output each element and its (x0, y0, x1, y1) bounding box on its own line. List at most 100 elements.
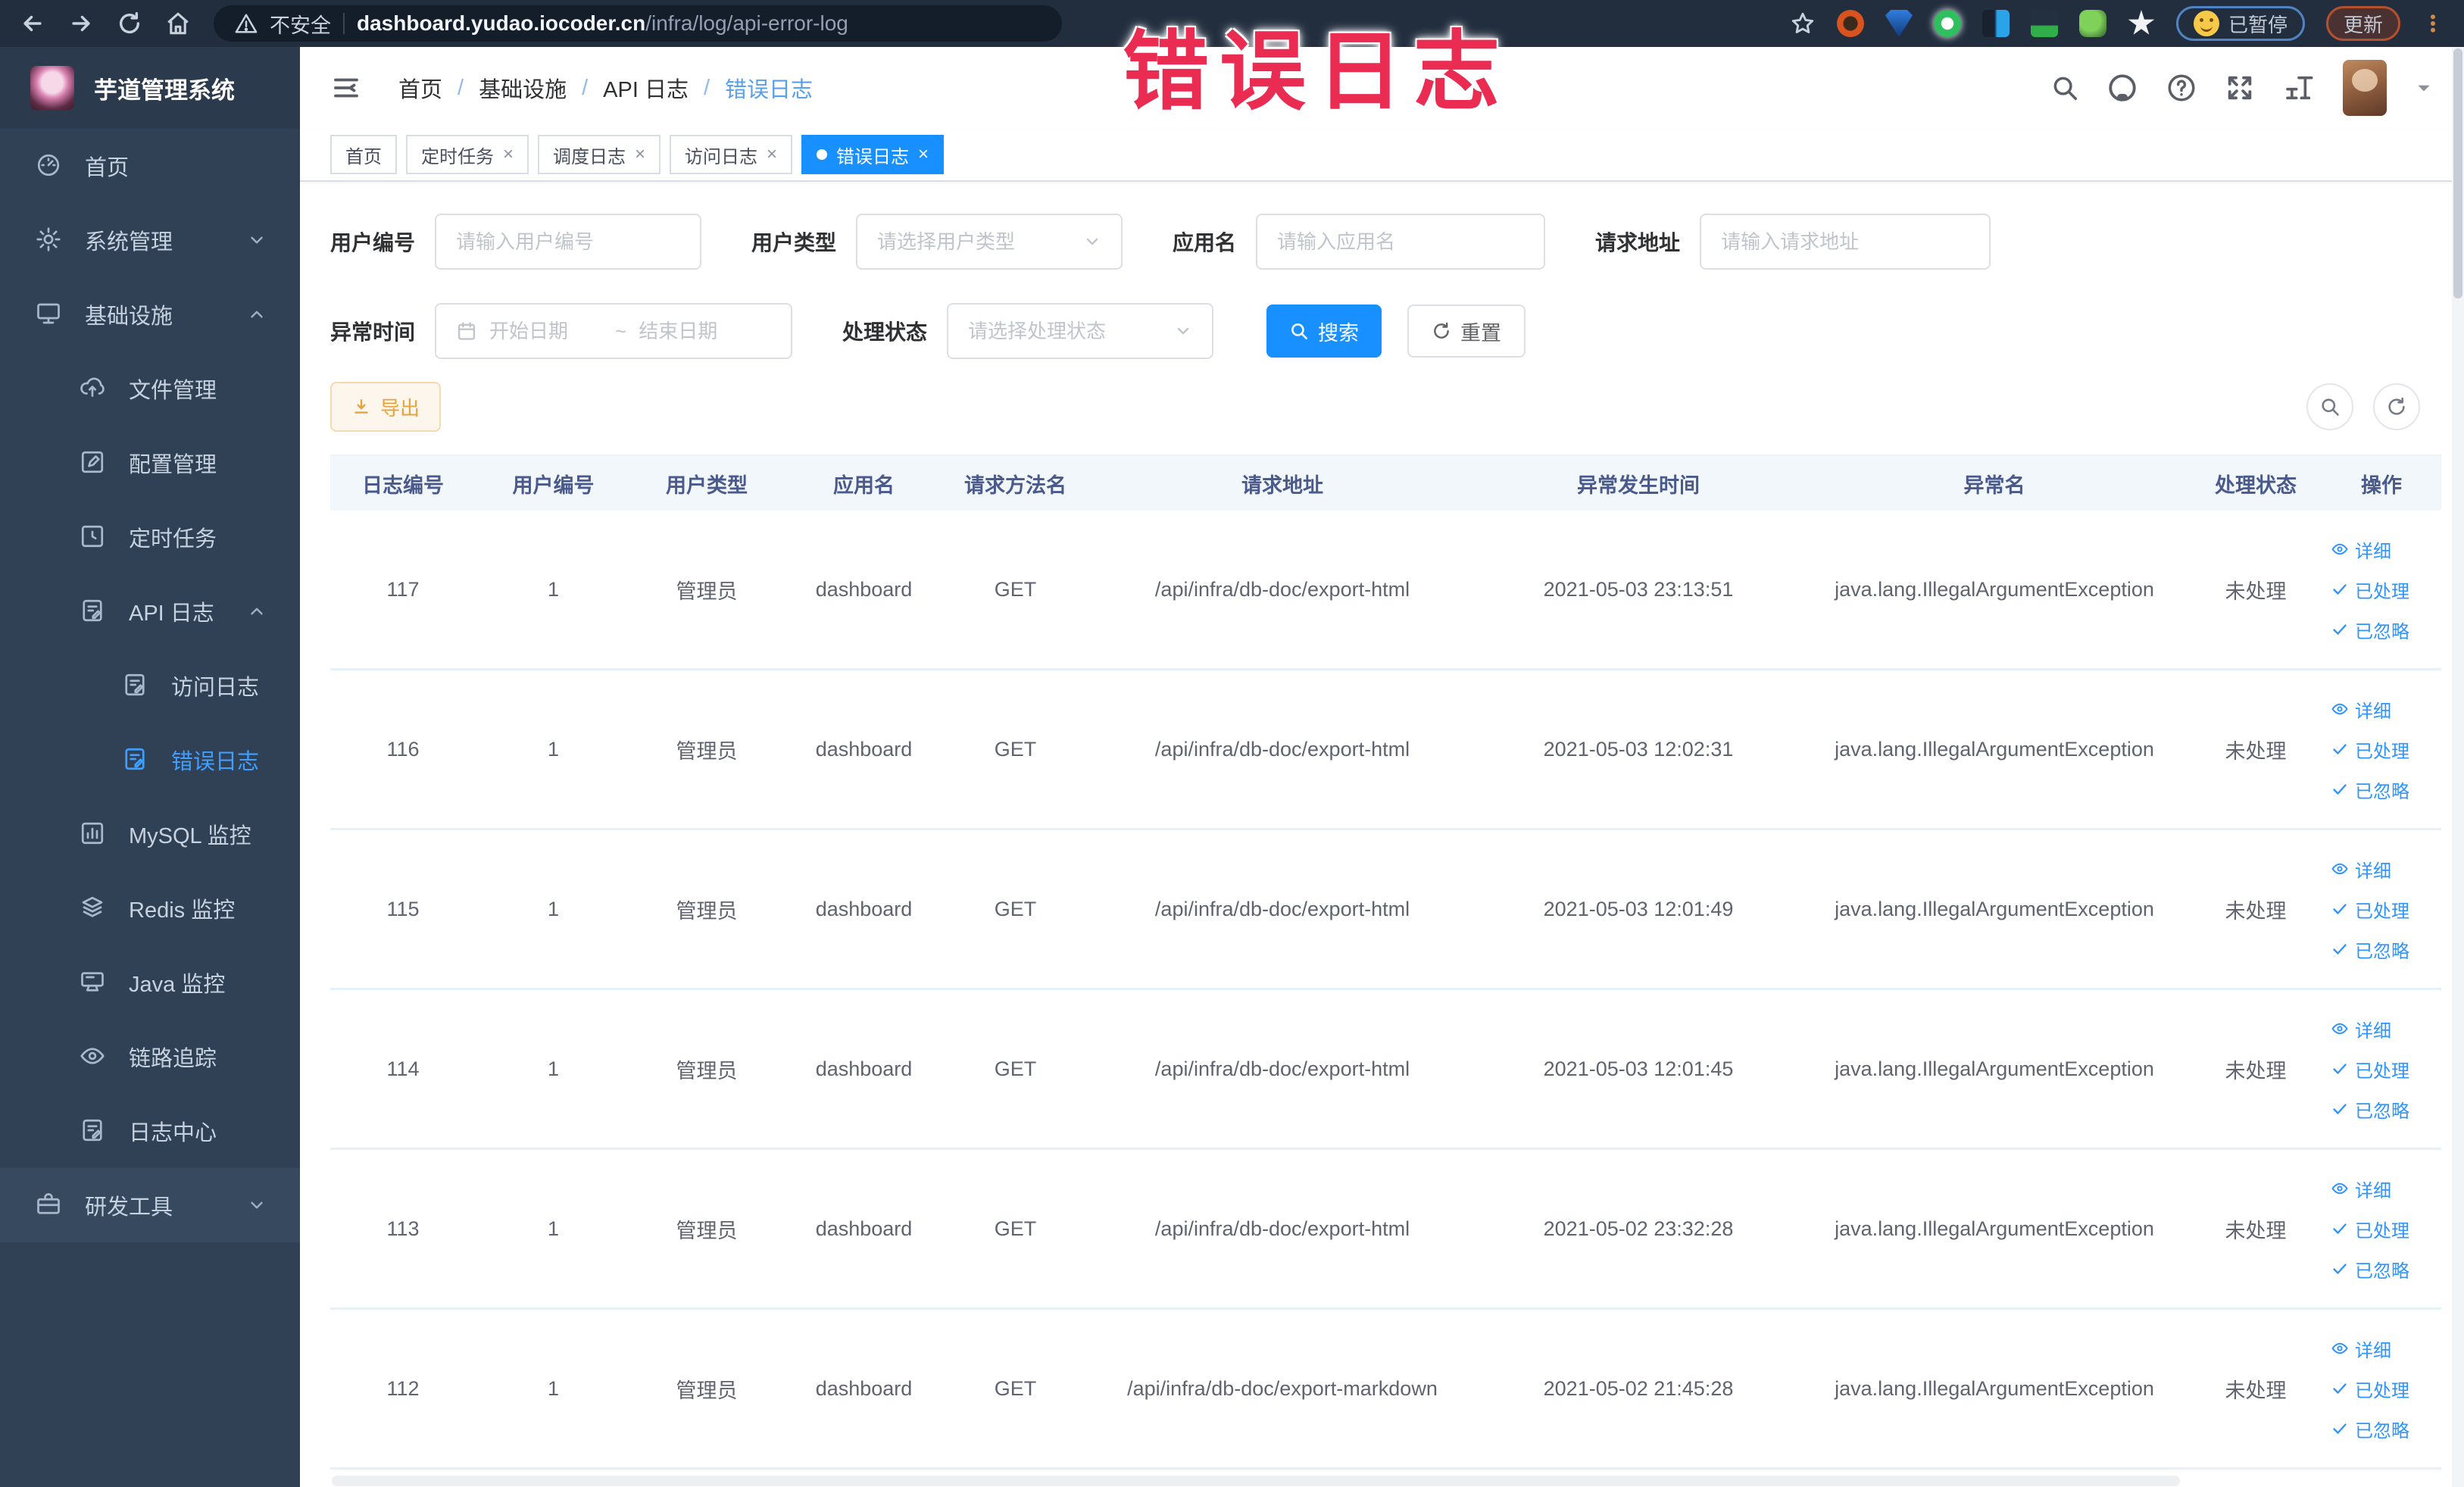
action-mark-processed-link[interactable]: 已处理 (2331, 1216, 2409, 1242)
fullscreen-icon[interactable] (2225, 73, 2255, 103)
action-mark-ignored-link[interactable]: 已忽略 (2331, 1096, 2409, 1123)
update-badge[interactable]: 更新 (2325, 6, 2400, 41)
home-icon[interactable] (165, 11, 191, 36)
hamburger-icon[interactable] (330, 72, 362, 104)
sidebar-item-scheduled-job[interactable]: 定时任务 (0, 500, 300, 574)
action-mark-ignored-link[interactable]: 已忽略 (2331, 1416, 2409, 1442)
breadcrumb-separator: / (458, 75, 464, 100)
extension-check-icon[interactable] (1933, 10, 1961, 37)
forward-icon[interactable] (68, 11, 94, 36)
bookmark-star-icon[interactable] (1790, 11, 1816, 36)
refresh-icon[interactable] (117, 11, 142, 36)
reset-button[interactable]: 重置 (1407, 305, 1526, 358)
page-scrollbar[interactable] (2452, 47, 2464, 1487)
app-name-input[interactable] (1277, 230, 1525, 254)
breadcrumb-item[interactable]: 基础设施 (479, 72, 567, 104)
tab-home[interactable]: 首页 (330, 135, 397, 174)
end-date-input[interactable] (639, 319, 753, 343)
sidebar-item-home[interactable]: 首页 (0, 129, 300, 203)
cell-status: 未处理 (2225, 1059, 2287, 1082)
close-icon[interactable]: × (635, 145, 645, 164)
action-mark-processed-link[interactable]: 已处理 (2331, 576, 2409, 603)
sidebar-item-label: 系统管理 (85, 230, 173, 255)
start-date-input[interactable] (489, 319, 604, 343)
close-icon[interactable]: × (918, 145, 929, 164)
action-mark-processed-link[interactable]: 已处理 (2331, 1056, 2409, 1082)
github-icon[interactable] (2106, 72, 2138, 104)
action-detail-link[interactable]: 详细 (2331, 536, 2391, 563)
action-mark-processed-link[interactable]: 已处理 (2331, 1376, 2409, 1402)
sidebar-item-tracing[interactable]: 链路追踪 (0, 1020, 300, 1094)
export-button[interactable]: 导出 (330, 382, 442, 432)
sidebar-item-config-mgmt[interactable]: 配置管理 (0, 426, 300, 500)
sidebar-item-java-monitor[interactable]: Java 监控 (0, 945, 300, 1020)
tab-error-log[interactable]: 错误日志 × (801, 135, 945, 174)
close-icon[interactable]: × (503, 145, 514, 164)
font-size-icon[interactable] (2282, 73, 2316, 103)
user-id-input[interactable] (456, 230, 681, 254)
sidebar-item-log-center[interactable]: 日志中心 (0, 1094, 300, 1168)
extension-grid-icon[interactable] (1982, 10, 2010, 37)
action-mark-ignored-link[interactable]: 已忽略 (2331, 776, 2409, 803)
sidebar-item-error-log[interactable]: 错误日志 (0, 723, 300, 797)
column-header: 请求地址 (1241, 473, 1323, 497)
chrome-menu-dots-icon[interactable] (2422, 11, 2444, 36)
sidebar-item-infra[interactable]: 基础设施 (0, 277, 300, 351)
avatar-caret-down-icon[interactable] (2414, 78, 2434, 98)
header-search-icon[interactable] (2050, 73, 2079, 102)
action-mark-ignored-link[interactable]: 已忽略 (2331, 936, 2409, 963)
sidebar-logo[interactable]: 芋道管理系统 (0, 47, 300, 129)
action-mark-ignored-link[interactable]: 已忽略 (2331, 1256, 2409, 1282)
action-detail-link[interactable]: 详细 (2331, 1176, 2391, 1202)
user-avatar[interactable] (2343, 60, 2387, 116)
back-icon[interactable] (20, 11, 45, 36)
action-mark-processed-link[interactable]: 已处理 (2331, 736, 2409, 763)
toggle-search-button[interactable] (2306, 383, 2353, 430)
action-detail-link[interactable]: 详细 (2331, 696, 2391, 723)
help-icon[interactable] (2166, 72, 2197, 104)
cell-app: dashboard (815, 577, 913, 601)
process-status-select[interactable] (947, 303, 1214, 359)
profile-paused-badge[interactable]: 已暂停 (2175, 6, 2305, 41)
sidebar: 芋道管理系统 首页系统管理基础设施 文件管理 配置管理 定时任务 API 日志 访问日志错… (0, 47, 300, 1487)
tab-job-log[interactable]: 调度日志 × (538, 135, 661, 174)
extension-on-icon[interactable] (2030, 10, 2058, 37)
refresh-table-button[interactable] (2373, 383, 2420, 430)
action-detail-link[interactable]: 详细 (2331, 1016, 2391, 1042)
extension-shield-icon[interactable] (1885, 10, 1913, 37)
search-button[interactable]: 搜索 (1266, 305, 1382, 358)
tags-view-bar: 首页 定时任务 × 调度日志 × 访问日志 × 错误日志 × (300, 129, 2464, 182)
action-mark-processed-link[interactable]: 已处理 (2331, 896, 2409, 923)
scrollbar-thumb[interactable] (2453, 48, 2462, 298)
tab-job[interactable]: 定时任务 × (406, 135, 529, 174)
action-detail-link[interactable]: 详细 (2331, 856, 2391, 883)
horizontal-scrollbar[interactable] (332, 1476, 2180, 1486)
sidebar-item-access-log[interactable]: 访问日志 (0, 648, 300, 723)
process-status-select-input[interactable] (968, 319, 1164, 343)
check-icon (2331, 580, 2349, 598)
user-type-select[interactable] (856, 214, 1123, 270)
sidebar-item-redis-monitor[interactable]: Redis 监控 (0, 871, 300, 945)
tab-access-log[interactable]: 访问日志 × (670, 135, 793, 174)
sidebar-item-system-mgmt[interactable]: 系统管理 (0, 203, 300, 277)
url-bar[interactable]: 不安全 dashboard.yudao.iocoder.cn/infra/log… (214, 5, 1062, 42)
request-url-input[interactable] (1721, 230, 1970, 254)
extension-ublock-icon[interactable] (1836, 10, 1864, 37)
breadcrumb-item[interactable]: API 日志 (603, 72, 689, 104)
extension-sprout-icon[interactable] (2078, 10, 2106, 37)
action-detail-link[interactable]: 详细 (2331, 1335, 2391, 1362)
sidebar-item-file-mgmt[interactable]: 文件管理 (0, 351, 300, 426)
sidebar-item-mysql-monitor[interactable]: MySQL 监控 (0, 797, 300, 871)
sidebar-item-api-log[interactable]: API 日志 (0, 574, 300, 648)
cell-user_type: 管理员 (676, 1379, 738, 1402)
check-icon (2331, 1260, 2349, 1278)
breadcrumb-item[interactable]: 首页 (398, 72, 442, 104)
exception-time-range-picker[interactable]: ~ (435, 303, 793, 359)
filter-label-exception-time: 异常时间 (330, 320, 416, 344)
extension-puzzle-icon[interactable] (2128, 10, 2155, 35)
doc-icon (121, 671, 150, 700)
close-icon[interactable]: × (767, 145, 777, 164)
action-mark-ignored-link[interactable]: 已忽略 (2331, 617, 2409, 643)
sidebar-item-dev-tools[interactable]: 研发工具 (0, 1168, 300, 1242)
user-type-select-input[interactable] (877, 230, 1073, 254)
